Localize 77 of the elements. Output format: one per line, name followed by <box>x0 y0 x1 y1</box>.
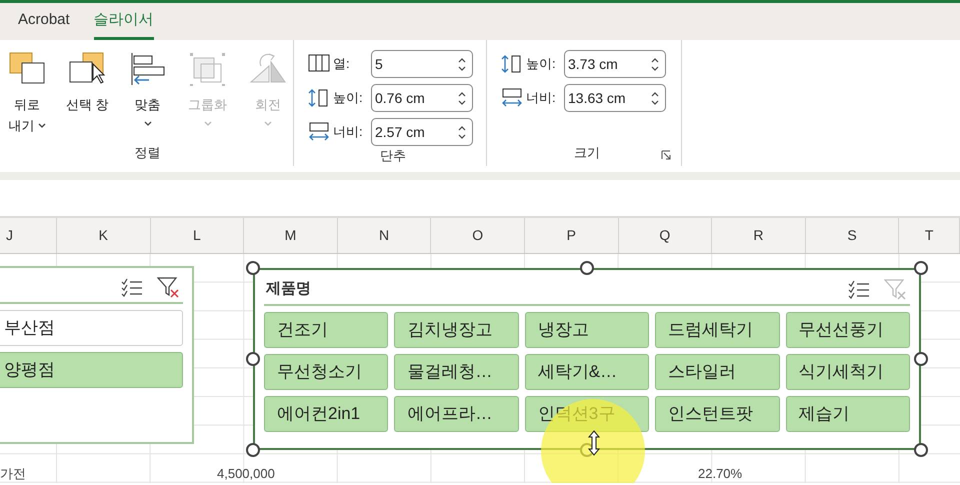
spin-arrows-icon <box>651 90 659 106</box>
field-label: 너비: <box>333 123 364 142</box>
resize-handle[interactable] <box>914 261 928 275</box>
column-header[interactable]: T <box>924 225 934 246</box>
spin-arrows-icon <box>458 56 466 72</box>
columns-icon <box>308 54 330 74</box>
column-header[interactable]: L <box>192 225 201 246</box>
spin-field[interactable]: 0.76 cm <box>371 84 473 112</box>
column-header[interactable]: K <box>98 225 108 246</box>
resize-handle[interactable] <box>580 261 594 275</box>
checklist-icon <box>121 278 143 296</box>
overlapping-squares-icon <box>8 52 46 86</box>
column-header[interactable]: M <box>284 225 296 246</box>
slicer-item[interactable]: 세탁기&… <box>524 354 650 390</box>
clear-filter-button[interactable] <box>157 276 179 298</box>
spin-field[interactable]: 2.57 cm <box>371 118 473 146</box>
slicer-item[interactable]: 무선선풍기 <box>786 312 910 348</box>
slicer-title: 제품명 <box>264 278 311 299</box>
slicer-item[interactable]: 제습기 <box>786 396 910 432</box>
group-label: 크기 <box>574 144 600 162</box>
group-label: 단추 <box>380 147 406 166</box>
spin-field[interactable]: 3.73 cm <box>564 50 666 78</box>
slicer-item[interactable]: 식기세척기 <box>786 354 910 390</box>
slicer-item[interactable]: 부산점 <box>0 310 183 346</box>
checklist-icon <box>848 280 870 298</box>
clear-filter-icon <box>884 278 906 300</box>
height-arrows-icon <box>501 54 523 74</box>
ribbon-tab[interactable]: Acrobat <box>18 8 70 40</box>
slicer-item[interactable]: 에어프라… <box>394 396 519 432</box>
height-arrows-icon <box>308 88 330 108</box>
slicer-item[interactable]: 냉장고 <box>524 312 650 348</box>
group-squares-icon <box>189 52 226 86</box>
field-label: 높이: <box>333 89 364 108</box>
spin-arrows-icon <box>458 124 466 140</box>
column-header[interactable]: R <box>753 225 764 246</box>
slicer-item[interactable]: 에어컨2in1 <box>264 396 388 432</box>
multi-select-button[interactable] <box>848 280 870 298</box>
multi-select-button[interactable] <box>121 278 143 296</box>
field-label: 너비: <box>526 89 557 108</box>
column-header[interactable]: Q <box>659 225 670 246</box>
axis-label: 4,500,000 <box>217 465 275 483</box>
slicer-item[interactable]: 스타일러 <box>655 354 780 390</box>
slicer-item[interactable]: 인스턴트팟 <box>655 396 780 432</box>
width-arrows-icon <box>308 122 330 142</box>
spin-field[interactable]: 5 <box>371 50 473 78</box>
ribbon-button[interactable]: 맞춤 <box>122 52 173 131</box>
ribbon-button[interactable]: 선택 창 <box>62 52 112 115</box>
resize-handle[interactable] <box>246 443 260 457</box>
resize-cursor-icon <box>587 430 601 456</box>
resize-handle[interactable] <box>914 443 928 457</box>
resize-handle[interactable] <box>246 352 260 366</box>
category-cell-text: 가전 <box>0 465 26 483</box>
resize-handle[interactable] <box>246 261 260 275</box>
slicer-item[interactable]: 건조기 <box>264 312 388 348</box>
spin-field[interactable]: 13.63 cm <box>564 84 666 112</box>
clear-filter-icon <box>157 276 179 298</box>
field-label: 열: <box>333 55 351 74</box>
column-header[interactable]: S <box>847 225 857 246</box>
slicer-item[interactable]: 양평점 <box>0 352 183 388</box>
column-header[interactable]: N <box>379 225 390 246</box>
squares-pointer-icon <box>68 52 106 86</box>
column-header[interactable]: O <box>472 225 484 246</box>
slicer-item[interactable]: 물걸레청… <box>394 354 519 390</box>
slicer-item[interactable]: 무선청소기 <box>264 354 388 390</box>
spin-arrows-icon <box>458 90 466 106</box>
align-left-icon <box>129 52 166 86</box>
column-header[interactable]: P <box>566 225 576 246</box>
field-label: 높이: <box>526 55 557 74</box>
slicer-item[interactable]: 김치냉장고 <box>394 312 519 348</box>
resize-handle[interactable] <box>914 352 928 366</box>
percent-label: 22.70% <box>698 465 742 483</box>
group-label: 정렬 <box>134 144 160 162</box>
width-arrows-icon <box>501 88 523 108</box>
slicer-item[interactable]: 드럼세탁기 <box>655 312 780 348</box>
spin-arrows-icon <box>651 56 659 72</box>
column-header[interactable]: J <box>6 225 13 246</box>
ribbon-button[interactable]: 뒤로 내기 <box>2 52 52 136</box>
